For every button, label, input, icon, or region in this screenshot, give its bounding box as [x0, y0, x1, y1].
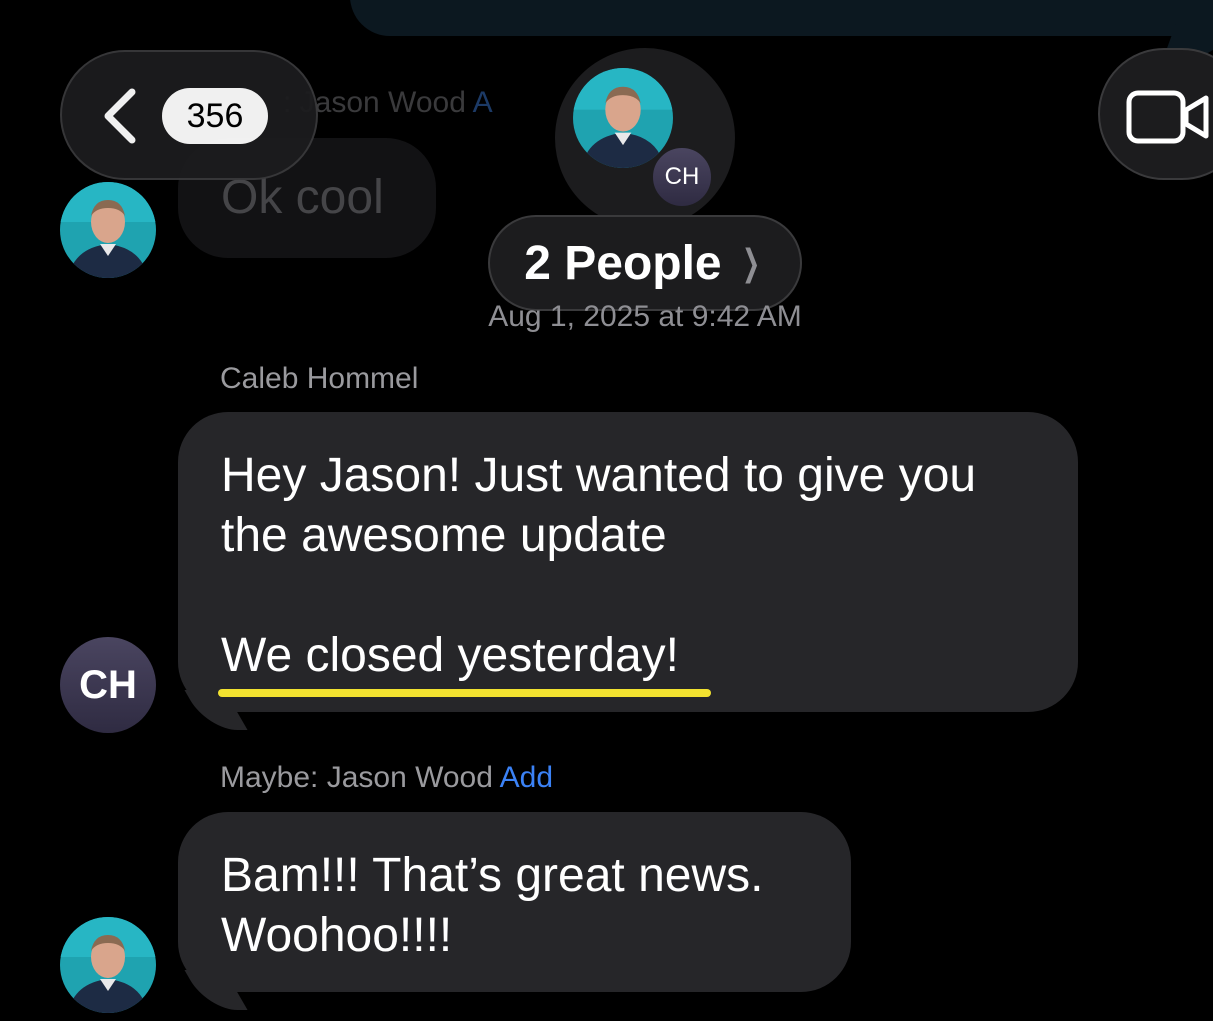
messages-thread-screen: : Jason Wood A Ok cool 356 CH 2 People ❯…	[0, 0, 1213, 1021]
add-contact-link[interactable]: Add	[500, 761, 553, 794]
highlight-annotation	[218, 689, 711, 697]
outgoing-message-bubble-partial	[350, 0, 1213, 36]
message-text: Bam!!! That’s great news. Woohoo!!!!	[221, 849, 764, 962]
sender-name-suggestion: Maybe: Jason Wood Add	[220, 761, 553, 795]
group-member-initials: CH	[651, 146, 713, 208]
unread-count-badge: 356	[162, 88, 268, 144]
message-text: Hey Jason! Just wanted to give you the a…	[221, 449, 977, 682]
back-button[interactable]: 356	[60, 50, 318, 180]
chevron-left-icon	[104, 88, 136, 144]
video-camera-icon	[1126, 90, 1209, 144]
incoming-message-bubble[interactable]: Bam!!! That’s great news. Woohoo!!!!	[178, 812, 851, 992]
group-member-photo	[573, 68, 673, 168]
incoming-message-bubble[interactable]: Hey Jason! Just wanted to give you the a…	[178, 412, 1078, 712]
video-call-button[interactable]	[1098, 48, 1213, 180]
group-avatar[interactable]: CH	[555, 48, 735, 228]
suggested-contact-name: Maybe: Jason Wood	[220, 761, 493, 794]
caleb-avatar[interactable]: CH	[60, 637, 156, 733]
jason-avatar-previous[interactable]	[60, 182, 156, 278]
message-timestamp: Aug 1, 2025 at 9:42 AM	[488, 300, 802, 333]
jason-avatar[interactable]	[60, 917, 156, 1013]
sender-name: Caleb Hommel	[220, 362, 419, 395]
people-count-label: 2 People	[524, 236, 722, 290]
chevron-right-icon: ❯	[741, 242, 760, 283]
group-details-button[interactable]: 2 People ❯	[488, 215, 802, 311]
previous-add-link[interactable]: A	[473, 86, 493, 119]
